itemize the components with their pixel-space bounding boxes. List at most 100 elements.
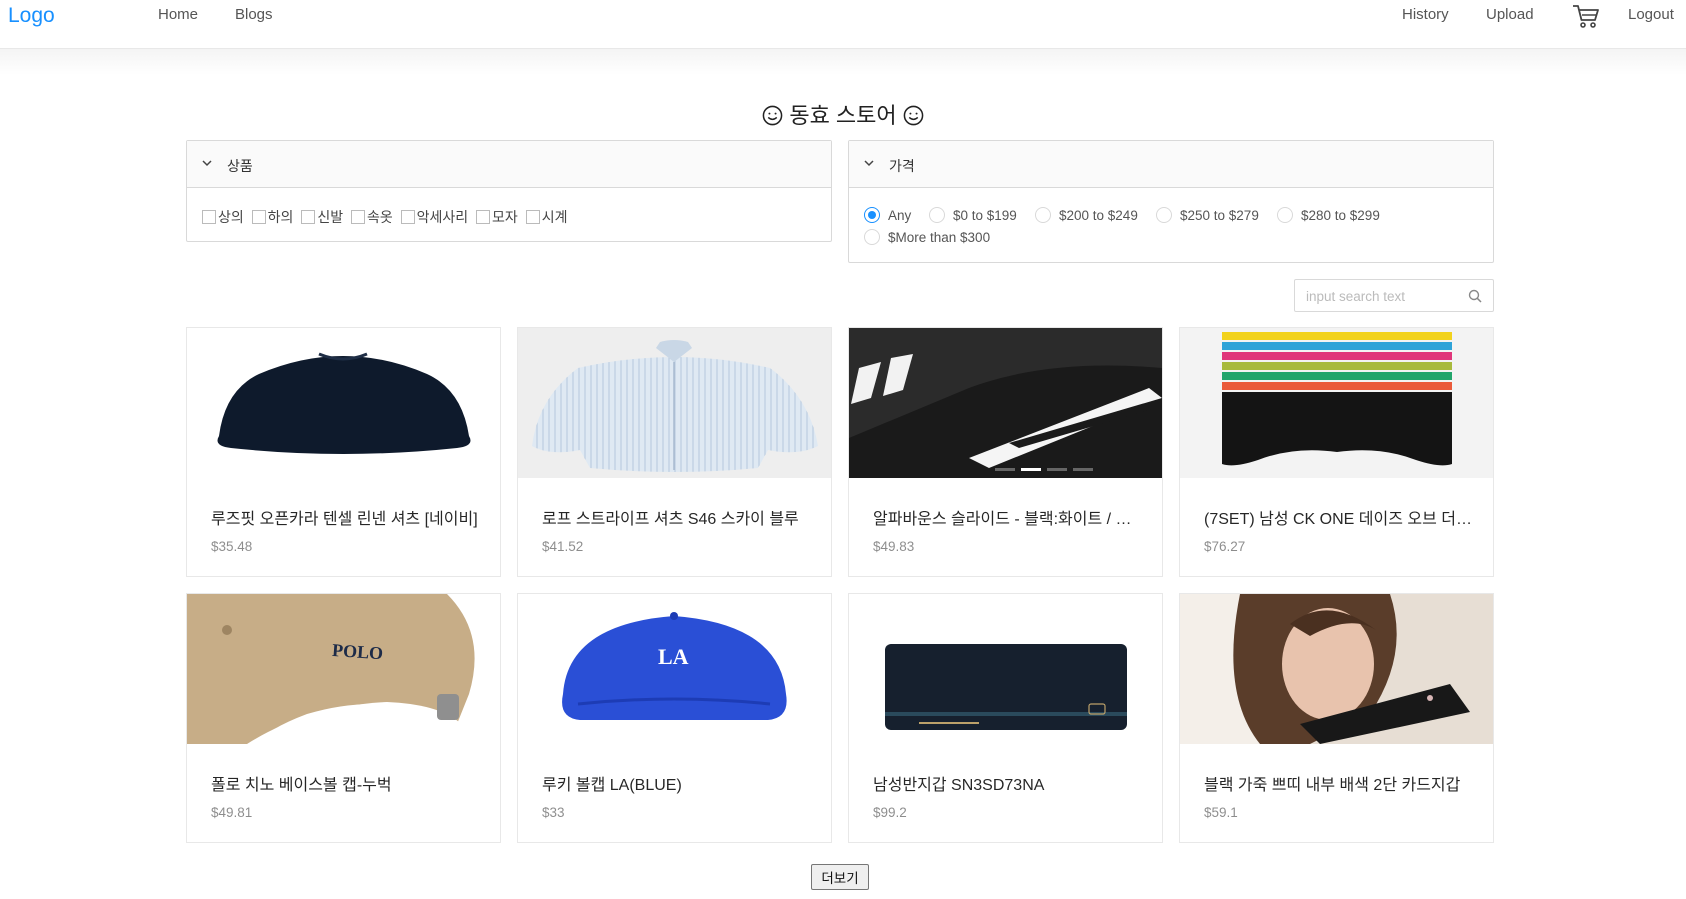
svg-text:LA: LA bbox=[658, 644, 689, 669]
nav-history-link[interactable]: History bbox=[1402, 6, 1449, 23]
product-image bbox=[187, 328, 500, 478]
radio-dot[interactable] bbox=[864, 207, 880, 223]
price-radio-200-249[interactable]: $200 to $249 bbox=[1035, 207, 1138, 223]
checkbox-box[interactable] bbox=[350, 210, 365, 224]
product-image bbox=[1180, 594, 1493, 744]
category-checkbox[interactable]: 모자 bbox=[476, 207, 518, 227]
product-price: $35.48 bbox=[211, 539, 253, 554]
card-wallet-model-image bbox=[1180, 594, 1493, 744]
product-price: $49.83 bbox=[873, 539, 915, 554]
cart-icon[interactable] bbox=[1572, 3, 1600, 29]
category-checkbox[interactable]: 하의 bbox=[251, 207, 294, 227]
price-radio-280-299[interactable]: $280 to $299 bbox=[1277, 207, 1380, 223]
logo[interactable]: Logo bbox=[8, 4, 55, 28]
category-checkbox[interactable]: 신발 bbox=[301, 207, 343, 227]
price-filter-title: 가격 bbox=[889, 158, 915, 174]
radio-label: $280 to $299 bbox=[1301, 207, 1380, 223]
category-checkbox[interactable]: 악세사리 bbox=[400, 207, 468, 227]
category-filter-header[interactable]: 상품 bbox=[187, 141, 831, 188]
load-more-button[interactable]: 더보기 bbox=[811, 864, 869, 890]
search-input[interactable] bbox=[1306, 286, 1456, 306]
product-price: $76.27 bbox=[1204, 539, 1246, 554]
product-name: 루즈핏 오픈카라 텐셀 린넨 셔츠 [네이비] bbox=[211, 511, 478, 528]
svg-text:POLO: POLO bbox=[331, 640, 383, 664]
product-name: 남성반지갑 SN3SD73NA bbox=[873, 777, 1045, 794]
polo-cap-image: POLO bbox=[187, 594, 475, 744]
underwear-set-image bbox=[1222, 332, 1452, 466]
product-image bbox=[1180, 328, 1493, 478]
radio-dot[interactable] bbox=[864, 229, 880, 245]
product-card[interactable]: 로프 스트라이프 셔츠 S46 스카이 블루 $41.52 bbox=[517, 327, 832, 577]
la-cap-image: LA bbox=[562, 612, 787, 720]
product-card[interactable]: 루즈핏 오픈카라 텐셀 린넨 셔츠 [네이비] $35.48 bbox=[186, 327, 501, 577]
radio-label: $250 to $279 bbox=[1180, 207, 1259, 223]
category-filter-panel: 상품 상의 하의 신발 속옷 악세사리 모자 시계 bbox=[186, 140, 832, 242]
page-title-text: 동효 스토어 bbox=[789, 103, 897, 128]
checkbox-box[interactable] bbox=[202, 210, 216, 224]
product-image: LA bbox=[518, 594, 831, 744]
product-name: 폴로 치노 베이스볼 캡-누벅 bbox=[211, 777, 392, 794]
radio-dot[interactable] bbox=[1035, 207, 1051, 223]
search-box bbox=[1294, 279, 1494, 312]
product-name: 루키 볼캡 LA(BLUE) bbox=[542, 777, 682, 794]
category-checkbox-list: 상의 하의 신발 속옷 악세사리 모자 시계 bbox=[202, 207, 571, 227]
wallet-image bbox=[885, 644, 1127, 730]
category-checkbox[interactable]: 상의 bbox=[202, 207, 244, 227]
product-card[interactable]: 블랙 가죽 쁘띠 내부 배색 2단 카드지갑 $59.1 bbox=[1179, 593, 1494, 843]
product-price: $49.81 bbox=[211, 805, 253, 820]
product-price: $99.2 bbox=[873, 805, 907, 820]
smile-icon bbox=[903, 105, 924, 126]
checkbox-box[interactable] bbox=[476, 210, 491, 224]
product-name: 블랙 가죽 쁘띠 내부 배색 2단 카드지갑 bbox=[1204, 777, 1461, 794]
nav-upload-link[interactable]: Upload bbox=[1486, 6, 1534, 23]
category-checkbox[interactable]: 시계 bbox=[525, 207, 568, 227]
price-radio-300-plus[interactable]: $More than $300 bbox=[864, 229, 990, 245]
checkbox-label: 속옷 bbox=[366, 209, 393, 225]
checkbox-label: 하의 bbox=[267, 209, 294, 225]
smile-icon bbox=[762, 105, 783, 126]
checkbox-label: 시계 bbox=[541, 209, 568, 225]
price-radio-any[interactable]: Any bbox=[864, 207, 911, 223]
chevron-down-icon bbox=[864, 160, 874, 167]
product-price: $41.52 bbox=[542, 539, 584, 554]
nav-blogs-link[interactable]: Blogs bbox=[235, 6, 273, 23]
product-name: 로프 스트라이프 셔츠 S46 스카이 블루 bbox=[542, 511, 799, 528]
sweater-image bbox=[217, 352, 471, 454]
category-filter-title: 상품 bbox=[227, 158, 253, 174]
radio-dot[interactable] bbox=[929, 207, 945, 223]
checkbox-label: 신발 bbox=[317, 209, 344, 225]
top-nav: Logo Home Blogs History Upload Logout bbox=[0, 0, 1686, 49]
product-name: (7SET) 남성 CK ONE 데이즈 오브 더 위크 bbox=[1204, 511, 1474, 528]
checkbox-box[interactable] bbox=[301, 210, 316, 224]
category-checkbox[interactable]: 속옷 bbox=[350, 207, 393, 227]
checkbox-label: 상의 bbox=[218, 209, 244, 225]
price-filter-panel: 가격 Any $0 to $199 $200 to $249 $250 to $… bbox=[848, 140, 1494, 263]
radio-label: $0 to $199 bbox=[953, 207, 1017, 223]
product-price: $33 bbox=[542, 805, 565, 820]
price-radio-0-199[interactable]: $0 to $199 bbox=[929, 207, 1017, 223]
product-image bbox=[849, 328, 1162, 478]
nav-logout-link[interactable]: Logout bbox=[1628, 6, 1674, 23]
price-filter-header[interactable]: 가격 bbox=[849, 141, 1493, 188]
checkbox-label: 모자 bbox=[492, 209, 518, 225]
radio-dot[interactable] bbox=[1277, 207, 1293, 223]
slide-sandal-image bbox=[849, 328, 1162, 478]
nav-home-link[interactable]: Home bbox=[158, 6, 198, 23]
product-card[interactable]: POLO 폴로 치노 베이스볼 캡-누벅 $49.81 bbox=[186, 593, 501, 843]
product-image bbox=[518, 328, 831, 478]
product-card[interactable]: 남성반지갑 SN3SD73NA $99.2 bbox=[848, 593, 1163, 843]
checkbox-box[interactable] bbox=[251, 210, 266, 224]
product-card[interactable]: LA 루키 볼캡 LA(BLUE) $33 bbox=[517, 593, 832, 843]
product-image: POLO bbox=[187, 594, 500, 744]
checkbox-box[interactable] bbox=[525, 210, 540, 224]
radio-label: $200 to $249 bbox=[1059, 207, 1138, 223]
search-icon[interactable] bbox=[1468, 289, 1482, 303]
radio-label: $More than $300 bbox=[888, 229, 991, 245]
checkbox-box[interactable] bbox=[400, 210, 415, 224]
striped-shirt-image bbox=[532, 340, 818, 472]
price-radio-250-279[interactable]: $250 to $279 bbox=[1156, 207, 1259, 223]
product-card[interactable]: (7SET) 남성 CK ONE 데이즈 오브 더 위크 $76.27 bbox=[1179, 327, 1494, 577]
radio-dot[interactable] bbox=[1156, 207, 1172, 223]
page-title: 동효 스토어 bbox=[0, 98, 1686, 130]
product-card[interactable]: 알파바운스 슬라이드 - 블랙:화이트 / GY9415 $49.83 bbox=[848, 327, 1163, 577]
